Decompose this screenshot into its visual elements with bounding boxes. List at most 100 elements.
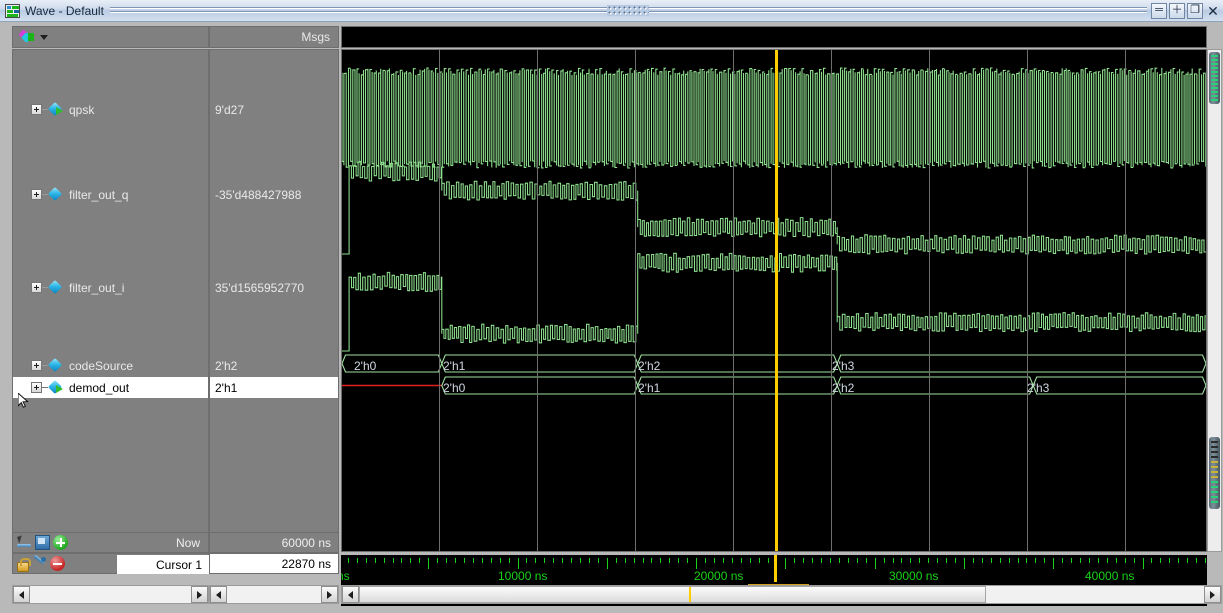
- msgs-column-header[interactable]: Msgs: [209, 26, 339, 48]
- ruler-minor-tick: [1098, 558, 1099, 563]
- signal-row-codesource[interactable]: codeSource: [13, 355, 208, 376]
- bus-value-label: 2'h2: [638, 359, 661, 373]
- maximize-button[interactable]: ＋: [1169, 2, 1185, 19]
- scroll-right-button[interactable]: [191, 586, 208, 603]
- scroll-left-button[interactable]: [210, 586, 227, 603]
- ruler-major-tick: [518, 558, 519, 569]
- close-button[interactable]: ✕: [1205, 3, 1221, 19]
- signal-row-demod-out[interactable]: demod_out: [13, 377, 208, 398]
- ruler-major-tick: [428, 558, 429, 569]
- ruler-minor-tick: [464, 558, 465, 563]
- vscroll-thumb-bottom[interactable]: [1209, 437, 1220, 509]
- wave-vertical-scrollbar[interactable]: [1207, 49, 1222, 552]
- window-drag-grip[interactable]: [109, 3, 1147, 18]
- cursor-value-field[interactable]: 22870 ns: [210, 554, 338, 573]
- ruler-minor-tick: [821, 558, 822, 563]
- ruler-minor-tick: [643, 558, 644, 563]
- ruler-minor-tick: [393, 558, 394, 563]
- ruler-minor-tick: [1026, 558, 1027, 563]
- scroll-track[interactable]: [359, 586, 1204, 603]
- minimize-button[interactable]: ═: [1151, 2, 1167, 19]
- restore-button[interactable]: ❐: [1187, 2, 1203, 19]
- wrench-icon[interactable]: [32, 556, 47, 571]
- scroll-right-button[interactable]: [321, 586, 338, 603]
- cursor-select-icon[interactable]: [17, 535, 32, 550]
- ruler-major-tick: [875, 558, 876, 569]
- expand-icon[interactable]: [31, 282, 42, 293]
- value-filter-out-q: -35'd488427988: [210, 184, 338, 205]
- ruler-minor-tick: [803, 558, 804, 563]
- vscroll-thumb-top[interactable]: [1209, 52, 1220, 104]
- scroll-track[interactable]: [30, 586, 191, 603]
- ruler-minor-tick: [919, 558, 920, 563]
- gridline: [733, 50, 734, 551]
- values-horizontal-scrollbar[interactable]: [209, 585, 339, 604]
- ruler-minor-tick: [1000, 558, 1001, 563]
- wave-canvas[interactable]: 2'h0 2'h1 2'h2 2'h3 2'h0 2'h1 2'h2 2'h3: [341, 49, 1207, 552]
- ruler-minor-tick: [678, 558, 679, 563]
- gridline: [635, 50, 636, 551]
- scroll-right-button[interactable]: [1204, 586, 1221, 603]
- scroll-left-button[interactable]: [13, 586, 30, 603]
- value-text: 2'h2: [215, 358, 238, 373]
- signal-label: qpsk: [69, 102, 95, 117]
- ruler-major-tick: [785, 558, 786, 569]
- ruler-minor-tick: [893, 558, 894, 563]
- signal-row-filter-out-i[interactable]: filter_out_i: [13, 277, 208, 298]
- signal-values-pane[interactable]: 9'd27 -35'd488427988 35'd1565952770 2'h2…: [209, 49, 339, 552]
- bus-value-label: 2'h1: [443, 359, 466, 373]
- ruler-minor-tick: [535, 558, 536, 563]
- ruler-minor-tick: [1116, 558, 1117, 563]
- now-label: Now: [175, 535, 200, 550]
- ruler-minor-tick: [455, 558, 456, 563]
- signal-row-filter-out-q[interactable]: filter_out_q: [13, 184, 208, 205]
- expand-icon[interactable]: [31, 104, 42, 115]
- ruler-minor-tick: [1018, 558, 1019, 563]
- ruler-minor-tick: [750, 558, 751, 563]
- window-title-bar[interactable]: Wave - Default ═ ＋ ❐ ✕: [0, 0, 1223, 22]
- ruler-minor-tick: [473, 558, 474, 563]
- ruler-minor-tick: [598, 558, 599, 563]
- signal-row-qpsk[interactable]: qpsk: [13, 99, 208, 120]
- ruler-minor-tick: [1009, 558, 1010, 563]
- signal-names-pane[interactable]: qpsk filter_out_q filter_out_i codeSourc…: [12, 49, 209, 552]
- ruler-minor-tick: [509, 558, 510, 563]
- ruler-minor-tick: [848, 558, 849, 563]
- wave-screen-icon[interactable]: [35, 535, 50, 550]
- expand-icon[interactable]: [31, 189, 42, 200]
- signal-names-header[interactable]: [12, 26, 209, 48]
- scroll-track[interactable]: [227, 586, 321, 603]
- cursor-1-line[interactable]: [775, 50, 778, 551]
- wave-objects-icon: [18, 29, 35, 44]
- ruler-minor-tick: [580, 558, 581, 563]
- delete-cursor-icon[interactable]: [50, 556, 65, 571]
- names-horizontal-scrollbar[interactable]: [12, 585, 209, 604]
- scroll-left-button[interactable]: [342, 586, 359, 603]
- lock-icon[interactable]: [17, 557, 31, 572]
- ruler-minor-tick: [482, 558, 483, 563]
- signal-bus-icon: [47, 186, 63, 202]
- wave-horizontal-scrollbar[interactable]: [341, 585, 1222, 604]
- window-title: Wave - Default: [25, 3, 104, 18]
- ruler-major-tick: [964, 558, 965, 569]
- bus-value-label: 2'h2: [832, 381, 855, 395]
- gridline: [439, 50, 440, 551]
- ruler-minor-tick: [437, 558, 438, 563]
- ruler-minor-tick: [553, 558, 554, 563]
- ruler-minor-tick: [768, 558, 769, 563]
- time-ruler[interactable]: ns 10000 ns 20000 ns 30000 ns 40000 ns: [341, 555, 1207, 585]
- expand-icon[interactable]: [31, 382, 42, 393]
- ruler-minor-tick: [1187, 558, 1188, 563]
- ruler-minor-tick: [741, 558, 742, 563]
- ruler-minor-tick: [759, 558, 760, 563]
- ruler-minor-tick: [491, 558, 492, 563]
- signal-bus-icon: [47, 279, 63, 295]
- add-cursor-icon[interactable]: [53, 535, 68, 550]
- chevron-down-icon[interactable]: [40, 34, 48, 40]
- ruler-minor-tick: [589, 558, 590, 563]
- expand-icon[interactable]: [31, 360, 42, 371]
- ruler-minor-tick: [1169, 558, 1170, 563]
- scroll-thumb[interactable]: [359, 586, 986, 603]
- cursor-name-field[interactable]: Cursor 1: [117, 555, 209, 574]
- signal-label: codeSource: [69, 358, 134, 373]
